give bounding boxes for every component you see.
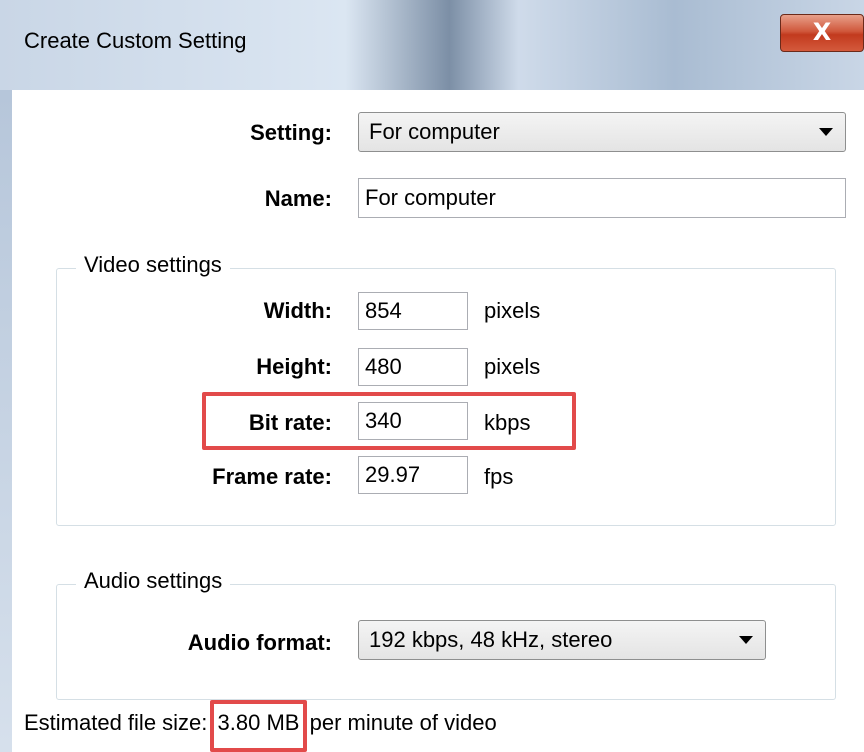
framerate-unit: fps xyxy=(484,464,514,489)
close-icon: X xyxy=(812,18,832,46)
window-title: Create Custom Setting xyxy=(24,28,247,53)
estimate-size-wrap: 3.80 MB xyxy=(209,700,308,752)
title-bar: Create Custom Setting X xyxy=(0,0,864,90)
window-frame-left xyxy=(0,90,12,752)
name-input[interactable]: For computer xyxy=(358,178,846,218)
framerate-input[interactable]: 29.97 xyxy=(358,456,468,494)
setting-dropdown[interactable]: For computer xyxy=(358,112,846,152)
setting-label: Setting: xyxy=(250,120,332,145)
estimate-text: Estimated file size: 3.80 MB per minute … xyxy=(24,700,497,752)
framerate-label: Frame rate: xyxy=(212,464,332,489)
dialog-body: Setting: For computer Name: For computer… xyxy=(12,90,864,752)
width-label: Width: xyxy=(263,298,332,323)
height-label: Height: xyxy=(256,354,332,379)
chevron-down-icon xyxy=(739,636,753,644)
width-unit: pixels xyxy=(484,298,541,323)
size-highlight xyxy=(209,700,308,752)
height-input[interactable]: 480 xyxy=(358,348,468,386)
video-settings-title: Video settings xyxy=(76,252,230,278)
audio-format-value: 192 kbps, 48 kHz, stereo xyxy=(369,627,613,652)
height-unit: pixels xyxy=(484,354,541,379)
audio-settings-title: Audio settings xyxy=(76,568,231,594)
chevron-down-icon xyxy=(819,128,833,136)
audio-format-label: Audio format: xyxy=(187,630,332,655)
setting-value: For computer xyxy=(369,119,500,144)
estimate-prefix: Estimated file size: xyxy=(24,710,208,735)
estimate-suffix: per minute of video xyxy=(309,710,497,735)
close-button[interactable]: X xyxy=(780,14,864,52)
name-label: Name: xyxy=(264,186,332,211)
bitrate-highlight xyxy=(202,392,576,450)
width-input[interactable]: 854 xyxy=(358,292,468,330)
audio-format-dropdown[interactable]: 192 kbps, 48 kHz, stereo xyxy=(358,620,766,660)
